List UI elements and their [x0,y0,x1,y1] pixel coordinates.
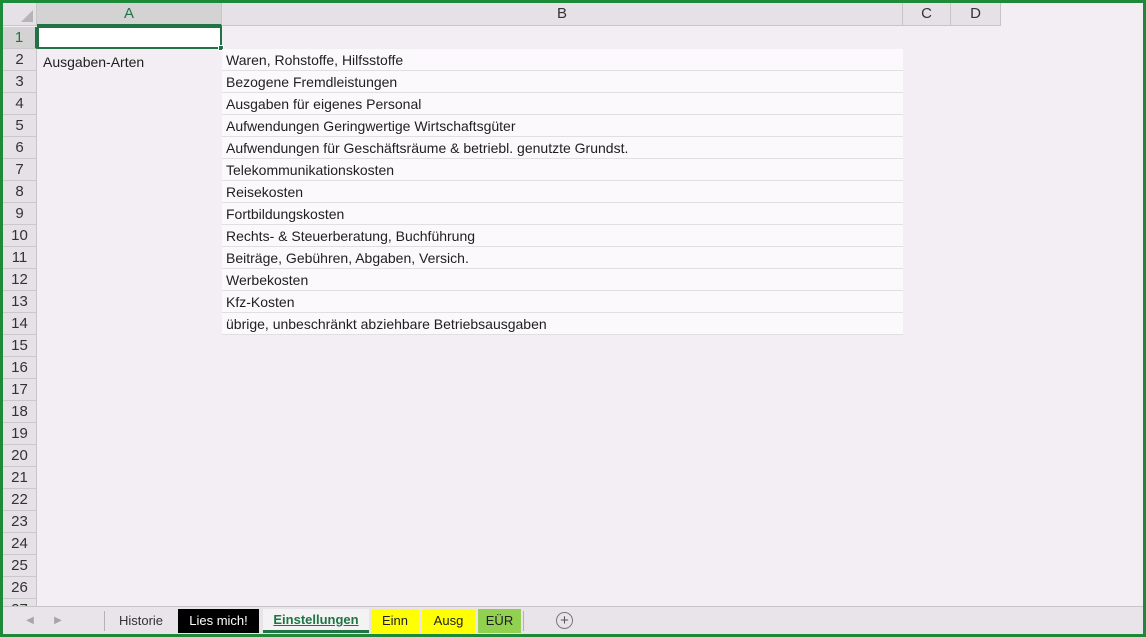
cell-a2[interactable]: Ausgaben-Arten [39,51,221,73]
row-header-6[interactable]: 6 [3,137,37,159]
col-b-header[interactable]: B [222,3,903,26]
row-header-26[interactable]: 26 [3,577,37,599]
cell-b5[interactable]: Aufwendungen Geringwertige Wirtschaftsgü… [222,115,903,137]
col-a-header[interactable]: A [37,3,222,26]
row-header-7[interactable]: 7 [3,159,37,181]
row-header-19[interactable]: 19 [3,423,37,445]
row-header-15[interactable]: 15 [3,335,37,357]
tab-ausg[interactable]: Ausg [422,609,475,633]
worksheet-grid: ABCD 1 2 3 4 5 6 7 8 9 10 11 12 13 14 15 16 17 18 19 20 21 22… [3,3,1143,606]
tab-separator [104,611,105,631]
row-header-2[interactable]: 2 [3,49,37,71]
row-header-3[interactable]: 3 [3,71,37,93]
row-header-12[interactable]: 12 [3,269,37,291]
cell-b2[interactable]: Waren, Rohstoffe, Hilfsstoffe [222,49,903,71]
active-cell-a1[interactable] [37,26,224,51]
cell-b8[interactable]: Reisekosten [222,181,903,203]
row-header-8[interactable]: 8 [3,181,37,203]
row-header-18[interactable]: 18 [3,401,37,423]
col-d-header[interactable]: D [951,3,1001,26]
plus-circle-icon[interactable]: + [556,612,573,629]
cell-b9[interactable]: Fortbildungskosten [222,203,903,225]
row-header-20[interactable]: 20 [3,445,37,467]
cell-b14[interactable]: übrige, unbeschränkt abziehbare Betriebs… [222,313,903,335]
tab-lies-mich[interactable]: Lies mich! [178,609,259,633]
row-header-24[interactable]: 24 [3,533,37,555]
spreadsheet-window: ABCD 1 2 3 4 5 6 7 8 9 10 11 12 13 14 15 16 17 18 19 20 21 22… [0,0,1146,637]
tab-historie[interactable]: Historie [106,609,176,633]
row-header-1[interactable]: 1 [3,27,37,49]
tab-einstellungen[interactable]: Einstellungen [263,609,369,633]
caret-left-icon[interactable]: ◀ [23,613,37,629]
cell-b6[interactable]: Aufwendungen für Geschäftsräume & betrie… [222,137,903,159]
select-all-triangle-icon [21,10,33,22]
cell-b13[interactable]: Kfz-Kosten [222,291,903,313]
row-header-27[interactable]: 27 [3,599,37,606]
row-header-22[interactable]: 22 [3,489,37,511]
cell-b7[interactable]: Telekommunikationskosten [222,159,903,181]
cell-b11[interactable]: Beiträge, Gebühren, Abgaben, Versich. [222,247,903,269]
cell-b3[interactable]: Bezogene Fremdleistungen [222,71,903,93]
row-header-25[interactable]: 25 [3,555,37,577]
tab-einn[interactable]: Einn [371,609,419,633]
select-all-corner[interactable] [3,3,37,26]
tab-separator [523,611,524,631]
row-header-21[interactable]: 21 [3,467,37,489]
row-header-16[interactable]: 16 [3,357,37,379]
row-header-10[interactable]: 10 [3,225,37,247]
row-header-14[interactable]: 14 [3,313,37,335]
row-header-23[interactable]: 23 [3,511,37,533]
row-header-13[interactable]: 13 [3,291,37,313]
caret-right-icon[interactable]: ▶ [51,613,65,629]
col-c-header[interactable]: C [903,3,951,26]
row-header-17[interactable]: 17 [3,379,37,401]
cell-b10[interactable]: Rechts- & Steuerberatung, Buchführung [222,225,903,247]
sheet-tab-bar: ◀ ▶ Historie Lies mich! Einstellungen Einn A… [3,606,1143,634]
row-header-5[interactable]: 5 [3,115,37,137]
row-header-9[interactable]: 9 [3,203,37,225]
cell-b4[interactable]: Ausgaben für eigenes Personal [222,93,903,115]
row-header-4[interactable]: 4 [3,93,37,115]
cell-b12[interactable]: Werbekosten [222,269,903,291]
row-header-11[interactable]: 11 [3,247,37,269]
tab-eur[interactable]: EÜR [478,609,521,633]
